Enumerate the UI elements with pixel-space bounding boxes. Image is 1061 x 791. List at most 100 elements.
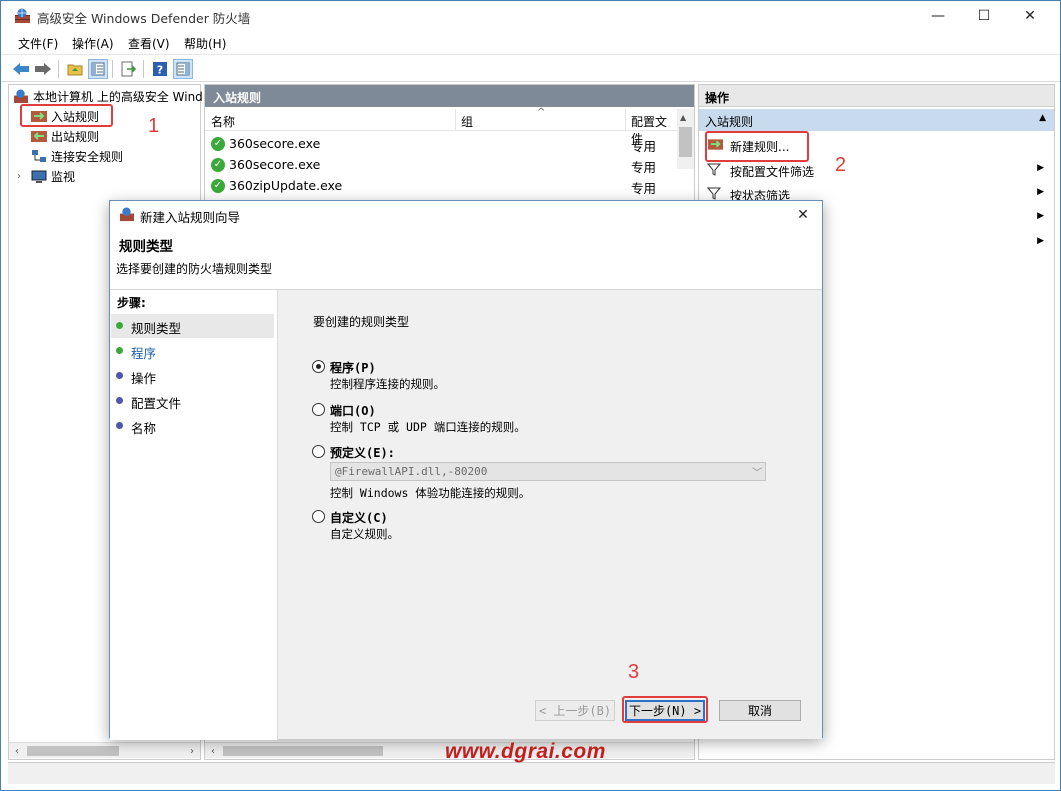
option-description: 控制程序连接的规则。 bbox=[330, 377, 445, 391]
dialog-body: 步骤: 规则类型 程序 操作 配置文件 名称 要创建的规则类型 程序(P) 控制… bbox=[110, 289, 822, 740]
predefined-select-value: @FirewallAPI.dll,-80200 bbox=[335, 465, 488, 478]
watermark: www.dgrai.com bbox=[445, 740, 606, 763]
cancel-button[interactable]: 取消 bbox=[719, 700, 801, 721]
rule-name: 360secore.exe bbox=[229, 157, 321, 172]
option-title: 程序(P) bbox=[330, 361, 376, 375]
option-title: 自定义(C) bbox=[330, 511, 388, 525]
step-pending-dot-icon bbox=[116, 372, 123, 379]
list-pane-title: 入站规则 bbox=[205, 85, 694, 107]
dialog-title-bar: 新建入站规则向导 ✕ bbox=[110, 201, 822, 229]
rule-name: 360zipUpdate.exe bbox=[229, 178, 343, 193]
back-arrow-icon[interactable] bbox=[11, 59, 31, 79]
chevron-down-icon: ﹀ bbox=[752, 468, 762, 479]
tree-item-monitoring[interactable]: › 监视 bbox=[17, 167, 75, 186]
firewall-icon bbox=[13, 89, 29, 104]
filter-icon bbox=[707, 187, 721, 200]
title-bar: 高级安全 Windows Defender 防火墙 — ☐ ✕ bbox=[0, 0, 1061, 32]
menu-action[interactable]: 操作(A) bbox=[72, 35, 114, 52]
export-list-icon[interactable] bbox=[118, 59, 138, 79]
option-title: 预定义(E): bbox=[330, 446, 395, 460]
tree-item-label: 连接安全规则 bbox=[51, 150, 124, 164]
enabled-check-icon: ✓ bbox=[211, 137, 225, 151]
rule-profile: 专用 bbox=[631, 139, 657, 154]
radio-program[interactable] bbox=[312, 360, 325, 373]
monitor-icon bbox=[31, 170, 47, 183]
back-button[interactable]: < 上一步(B) bbox=[535, 700, 615, 721]
tree-item-label: 监视 bbox=[51, 170, 76, 184]
radio-port[interactable] bbox=[312, 403, 325, 416]
step-action[interactable]: 操作 bbox=[111, 364, 274, 388]
menu-help[interactable]: 帮助(H) bbox=[184, 35, 226, 52]
table-row[interactable]: ✓ 360secore.exe 专用 bbox=[205, 155, 677, 176]
tree-horizontal-scrollbar[interactable]: ‹ › bbox=[9, 742, 200, 758]
annotation-box-2 bbox=[705, 131, 809, 162]
rule-profile: 专用 bbox=[631, 160, 657, 175]
up-folder-icon[interactable] bbox=[65, 59, 85, 79]
steps-title: 步骤: bbox=[117, 296, 146, 310]
svg-text:?: ? bbox=[157, 64, 163, 77]
step-label: 操作 bbox=[131, 371, 157, 386]
step-profile[interactable]: 配置文件 bbox=[111, 389, 274, 413]
dialog-title: 新建入站规则向导 bbox=[140, 210, 241, 225]
submenu-arrow-icon: ▶ bbox=[1037, 236, 1044, 246]
help-icon[interactable]: ? bbox=[150, 59, 170, 79]
dialog-close-button[interactable]: ✕ bbox=[792, 204, 814, 226]
radio-predefined[interactable] bbox=[312, 445, 325, 458]
option-description: 自定义规则。 bbox=[330, 527, 399, 541]
forward-arrow-icon[interactable] bbox=[33, 59, 53, 79]
enabled-check-icon: ✓ bbox=[211, 179, 225, 193]
filter-icon bbox=[707, 163, 721, 176]
menu-file[interactable]: 文件(F) bbox=[18, 35, 58, 52]
list-vertical-scrollbar[interactable]: ▲ bbox=[677, 109, 694, 169]
connection-security-icon bbox=[32, 150, 46, 162]
wizard-content: 要创建的规则类型 程序(P) 控制程序连接的规则。 端口(O) 控制 TCP 或… bbox=[278, 290, 822, 740]
step-label: 配置文件 bbox=[131, 396, 182, 411]
menu-view[interactable]: 查看(V) bbox=[128, 35, 170, 52]
column-name[interactable]: 名称 bbox=[211, 113, 235, 130]
minimize-button[interactable]: — bbox=[915, 0, 961, 32]
collapse-caret-icon[interactable]: ▲ bbox=[1039, 113, 1046, 123]
option-description: 控制 TCP 或 UDP 端口连接的规则。 bbox=[330, 420, 526, 434]
actions-section-inbound[interactable]: 入站规则 ▲ bbox=[699, 109, 1054, 131]
sort-caret-icon: ^ bbox=[537, 107, 546, 118]
show-hide-action-pane-icon[interactable] bbox=[173, 59, 193, 79]
rule-type-prompt: 要创建的规则类型 bbox=[313, 315, 410, 329]
radio-custom[interactable] bbox=[312, 510, 325, 523]
actions-title: 操作 bbox=[699, 85, 1054, 107]
step-pending-dot-icon bbox=[116, 422, 123, 429]
step-pending-dot-icon bbox=[116, 397, 123, 404]
close-button[interactable]: ✕ bbox=[1007, 0, 1053, 32]
actions-section-label: 入站规则 bbox=[705, 115, 754, 129]
annotation-box-3 bbox=[622, 696, 708, 723]
menu-bar: 文件(F) 操作(A) 查看(V) 帮助(H) bbox=[0, 32, 1061, 54]
step-name[interactable]: 名称 bbox=[111, 414, 274, 438]
annotation-box-1 bbox=[20, 104, 113, 127]
step-program[interactable]: 程序 bbox=[111, 339, 274, 363]
predefined-select[interactable]: @FirewallAPI.dll,-80200 ﹀ bbox=[330, 462, 766, 481]
column-header-row: 名称 组 ^ 配置文件 bbox=[205, 107, 677, 146]
toolbar: ? bbox=[0, 54, 1061, 82]
step-label: 程序 bbox=[131, 346, 157, 361]
column-group[interactable]: 组 bbox=[461, 113, 473, 130]
tree-item-connection-security[interactable]: 连接安全规则 bbox=[31, 147, 123, 166]
step-complete-dot-icon bbox=[116, 347, 123, 354]
step-label: 名称 bbox=[131, 421, 157, 436]
maximize-button[interactable]: ☐ bbox=[961, 0, 1007, 32]
tree-item-outbound-rules[interactable]: 出站规则 bbox=[31, 127, 99, 146]
expand-chevron-icon[interactable]: › bbox=[17, 171, 27, 182]
dialog-header: 规则类型 选择要创建的防火墙规则类型 bbox=[110, 229, 822, 289]
status-bar bbox=[8, 762, 1055, 784]
submenu-arrow-icon: ▶ bbox=[1037, 163, 1044, 173]
table-row[interactable]: ✓ 360secore.exe 专用 bbox=[205, 134, 677, 155]
show-hide-tree-icon[interactable] bbox=[88, 59, 108, 79]
submenu-arrow-icon: ▶ bbox=[1037, 211, 1044, 221]
step-rule-type[interactable]: 规则类型 bbox=[111, 314, 274, 338]
wizard-steps-panel: 步骤: 规则类型 程序 操作 配置文件 名称 bbox=[110, 290, 278, 740]
table-row[interactable]: ✓ 360zipUpdate.exe 专用 bbox=[205, 176, 677, 197]
rule-name: 360secore.exe bbox=[229, 136, 321, 151]
tree-item-label: 出站规则 bbox=[51, 130, 100, 144]
annotation-number-2: 2 bbox=[835, 154, 847, 176]
annotation-number-3: 3 bbox=[628, 661, 640, 683]
firewall-app-icon bbox=[15, 8, 30, 23]
firewall-icon bbox=[119, 207, 135, 222]
